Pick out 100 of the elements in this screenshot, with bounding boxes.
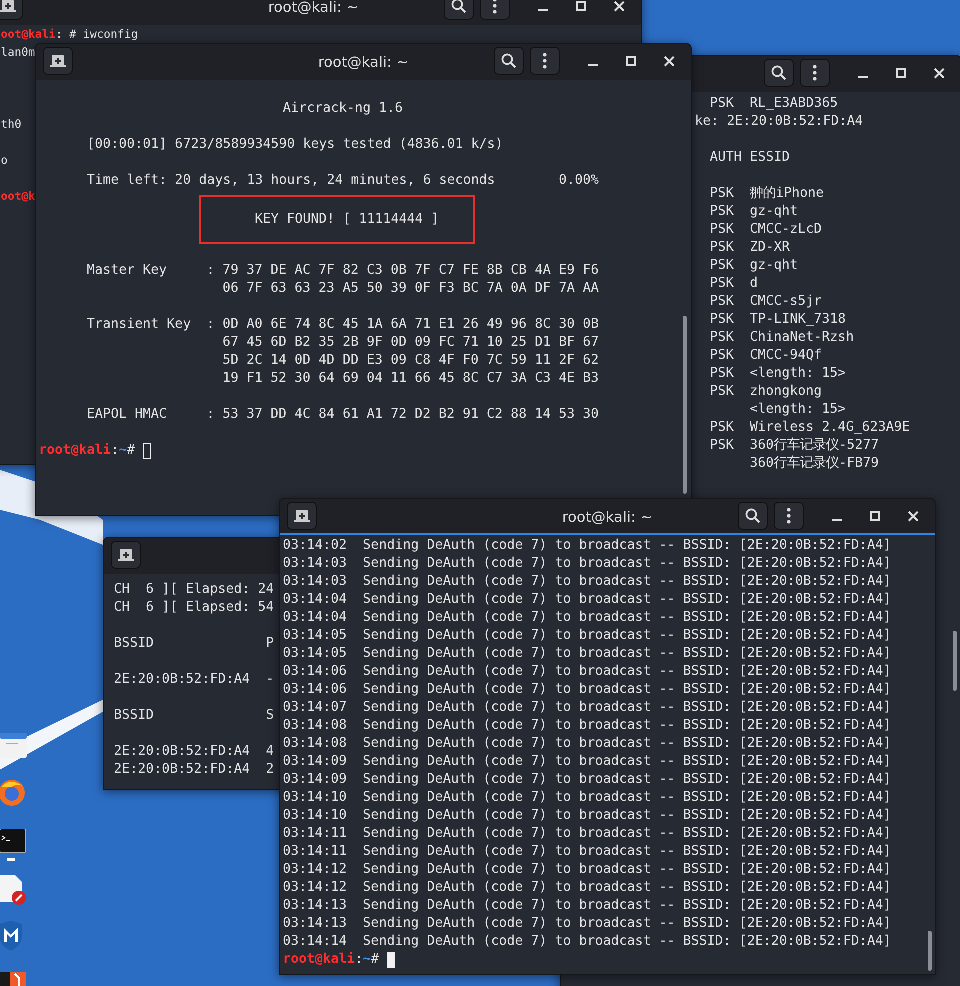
new-tab-icon — [118, 548, 134, 562]
search-button[interactable] — [444, 0, 474, 20]
shell-prompt: root@kali:~# — [39, 442, 136, 460]
search-icon — [771, 65, 787, 81]
maximize-icon[interactable] — [896, 68, 906, 78]
search-button[interactable] — [764, 59, 794, 87]
auth-cell: PSK — [710, 420, 734, 435]
auth-cell: PSK — [710, 186, 734, 201]
key-label: Transient Key — [87, 316, 192, 334]
folder-icon[interactable] — [0, 733, 28, 759]
key-bytes: 79 37 DE AC 7F 82 C3 0B 7F C7 FE 8B CB 4A E9 F6 — [222, 262, 599, 280]
time-left-text: Time left: 20 days, 13 hours, 24 minutes, 6 seconds — [87, 172, 496, 190]
essid-cell: Wireless 2.4G_623A9E — [750, 419, 910, 437]
terminal-output: 03:14:13 Sending DeAuth (code 7) to broadcast -- BSSID: [2E:20:0B:52:FD:A4] — [283, 897, 892, 915]
window-title: root@kali: ~ — [268, 0, 359, 16]
terminal-output: BSSID S — [114, 707, 274, 725]
close-icon[interactable] — [934, 68, 945, 78]
progress-text: [00:00:01] 6723/8589934590 keys tested (4836.01 k/s) — [87, 136, 504, 154]
key-bytes: 53 37 DD 4C 84 61 A1 72 D2 B2 91 C2 88 14 53 30 — [222, 406, 599, 424]
essid-cell: 360行车记录仪-5277 — [750, 437, 880, 455]
document-edit-icon[interactable] — [0, 875, 28, 905]
new-tab-icon — [294, 509, 310, 523]
key-separator: : — [206, 262, 216, 280]
search-button[interactable] — [494, 47, 524, 75]
scrollbar[interactable] — [683, 316, 687, 494]
close-icon[interactable] — [664, 56, 675, 66]
terminal-output: 03:14:10 Sending DeAuth (code 7) to broadcast -- BSSID: [2E:20:0B:52:FD:A4] — [283, 789, 892, 807]
menu-icon — [813, 65, 817, 81]
key-separator: : — [206, 316, 216, 334]
terminal-output: 03:14:08 Sending DeAuth (code 7) to broadcast -- BSSID: [2E:20:0B:52:FD:A4] — [283, 735, 892, 753]
terminal-icon[interactable] — [0, 829, 28, 863]
essid-cell: ChinaNet-Rzsh — [750, 329, 854, 347]
auth-cell: PSK — [710, 204, 734, 219]
key-bytes: 0D A0 6E 74 8C 45 1A 6A 71 E1 26 49 96 8C 30 0B — [222, 316, 599, 334]
menu-icon — [787, 508, 791, 524]
scrollbar[interactable] — [928, 931, 932, 971]
terminal-output: 03:14:05 Sending DeAuth (code 7) to broadcast -- BSSID: [2E:20:0B:52:FD:A4] — [283, 645, 892, 663]
menu-icon — [543, 53, 547, 69]
essid-cell: ZD-XR — [750, 239, 790, 257]
essid-cell: CMCC-s5jr — [750, 293, 822, 311]
close-icon[interactable] — [908, 510, 919, 522]
essid-cell: gz-qht — [750, 203, 798, 221]
browser-icon[interactable] — [0, 777, 28, 809]
new-tab-button[interactable] — [111, 541, 141, 569]
essid-cell: 翀的iPhone — [750, 185, 824, 203]
terminal-output: CH 6 ][ Elapsed: 24 — [114, 581, 274, 599]
terminal-output: ke: 2E:20:0B:52:FD:A4 — [695, 113, 864, 131]
auth-cell: PSK — [710, 294, 734, 309]
terminal-output: 03:14:03 Sending DeAuth (code 7) to broadcast -- BSSID: [2E:20:0B:52:FD:A4] — [283, 573, 892, 591]
search-icon — [745, 508, 761, 524]
new-tab-button[interactable] — [43, 47, 73, 75]
terminal-output: BSSID P — [114, 635, 274, 653]
window-title: root@kali: ~ — [562, 510, 653, 526]
auth-cell: PSK — [710, 384, 734, 399]
window-title: root@kali: ~ — [318, 54, 409, 70]
essid-cell: <length: 15> — [750, 401, 846, 419]
terminal-output: 03:14:05 Sending DeAuth (code 7) to broadcast -- BSSID: [2E:20:0B:52:FD:A4] — [283, 627, 892, 645]
terminal-output: 03:14:06 Sending DeAuth (code 7) to broadcast -- BSSID: [2E:20:0B:52:FD:A4] — [283, 663, 892, 681]
terminal-output: 03:14:09 Sending DeAuth (code 7) to broadcast -- BSSID: [2E:20:0B:52:FD:A4] — [283, 771, 892, 789]
auth-cell: PSK — [710, 222, 734, 237]
terminal-output: lan0m — [1, 44, 36, 61]
scrollbar[interactable] — [953, 631, 957, 691]
terminal-output: o — [1, 152, 8, 169]
essid-cell: 360行车记录仪-FB79 — [750, 455, 880, 473]
search-button[interactable] — [738, 502, 768, 530]
terminal-output: 03:14:13 Sending DeAuth (code 7) to broadcast -- BSSID: [2E:20:0B:52:FD:A4] — [283, 915, 892, 933]
essid-cell: CMCC-94Qf — [750, 347, 822, 365]
auth-cell: PSK — [710, 438, 734, 453]
menu-button[interactable] — [800, 59, 830, 87]
shell-prompt: root@kali:~# — [283, 951, 380, 969]
terminal-output: 03:14:02 Sending DeAuth (code 7) to broadcast -- BSSID: [2E:20:0B:52:FD:A4] — [283, 537, 892, 555]
menu-button[interactable] — [530, 47, 560, 75]
terminal-output: 03:14:12 Sending DeAuth (code 7) to broadcast -- BSSID: [2E:20:0B:52:FD:A4] — [283, 879, 892, 897]
menu-button[interactable] — [480, 0, 510, 20]
program-header: Aircrack-ng 1.6 — [282, 100, 404, 118]
maximize-icon[interactable] — [626, 56, 636, 66]
essid-cell: <length: 15> — [750, 365, 846, 383]
key-label: EAPOL HMAC — [87, 406, 168, 424]
maximize-icon[interactable] — [576, 1, 586, 11]
terminal-output: 03:14:12 Sending DeAuth (code 7) to broadcast -- BSSID: [2E:20:0B:52:FD:A4] — [283, 861, 892, 879]
shell-prompt: oot@k — [1, 188, 36, 205]
close-icon[interactable] — [614, 0, 625, 12]
terminal-output: 03:14:14 Sending DeAuth (code 7) to broadcast -- BSSID: [2E:20:0B:52:FD:A4] — [283, 933, 892, 951]
key-label: Master Key — [87, 262, 168, 280]
essid-cell: zhongkong — [750, 383, 822, 401]
terminal-output: 03:14:03 Sending DeAuth (code 7) to broadcast -- BSSID: [2E:20:0B:52:FD:A4] — [283, 555, 892, 573]
key-bytes: 67 45 6D B2 35 2B 9F 0D 09 FC 71 10 25 D1 BF 67 — [222, 334, 599, 352]
terminal-output: 03:14:04 Sending DeAuth (code 7) to broadcast -- BSSID: [2E:20:0B:52:FD:A4] — [283, 609, 892, 627]
new-tab-button[interactable] — [287, 502, 317, 530]
auth-cell: PSK — [710, 312, 734, 327]
menu-icon — [493, 0, 497, 14]
maximize-icon[interactable] — [870, 511, 880, 521]
menu-button[interactable] — [774, 502, 804, 530]
terminal-output: 2E:20:0B:52:FD:A4 4 — [114, 743, 274, 761]
auth-cell: PSK — [710, 276, 734, 291]
terminal-output: 2E:20:0B:52:FD:A4 - — [114, 671, 274, 689]
auth-cell: PSK — [710, 348, 734, 363]
terminal-output: 03:14:06 Sending DeAuth (code 7) to broadcast -- BSSID: [2E:20:0B:52:FD:A4] — [283, 681, 892, 699]
terminal-output: 2E:20:0B:52:FD:A4 2 — [114, 761, 274, 779]
app-icon[interactable] — [0, 972, 26, 986]
